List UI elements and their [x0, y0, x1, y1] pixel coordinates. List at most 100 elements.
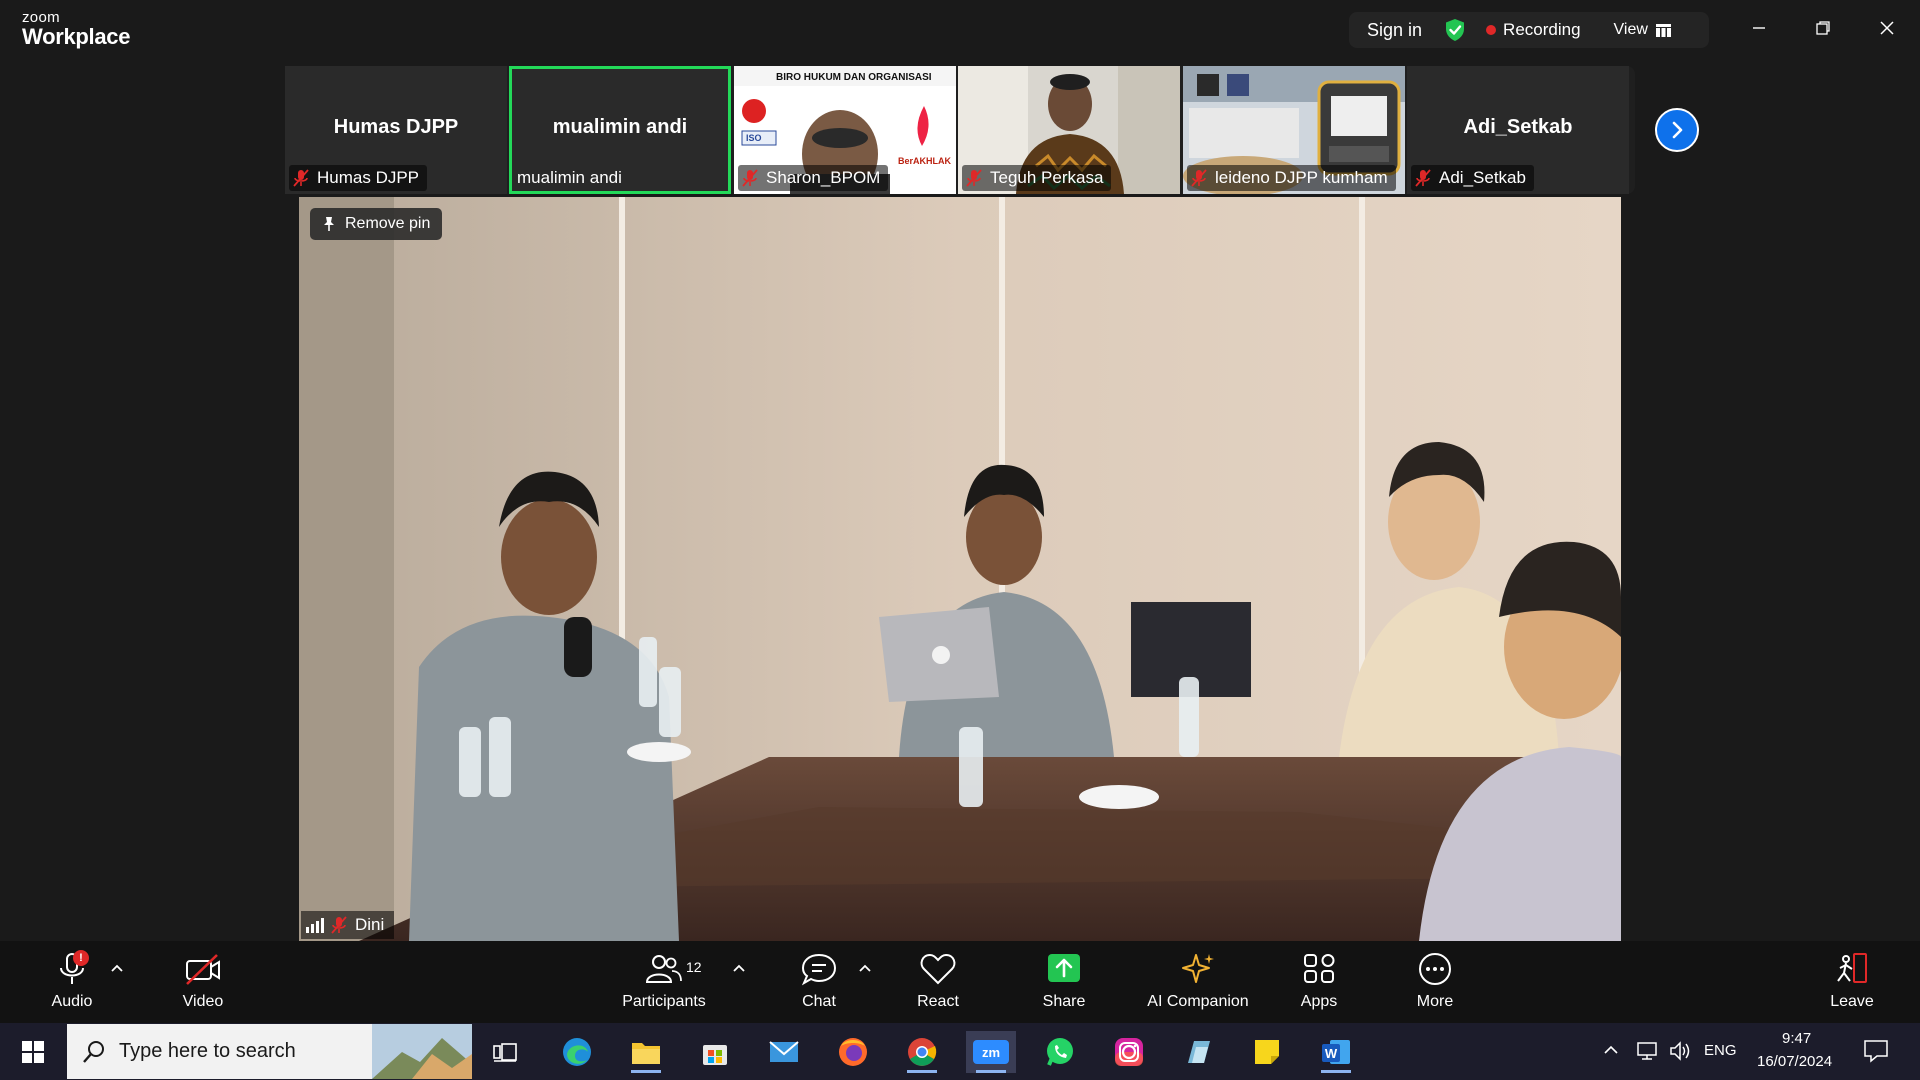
react-button[interactable]: React [883, 951, 993, 1011]
share-label: Share [1042, 993, 1086, 1010]
notification-center-icon[interactable] [1863, 1039, 1889, 1063]
chat-icon [801, 953, 837, 986]
participant-label: Adi_Setkab [1411, 165, 1534, 191]
participant-tile[interactable]: Teguh Perkasa [958, 66, 1180, 194]
minimize-button[interactable] [1741, 12, 1777, 44]
volume-icon[interactable] [1668, 1040, 1692, 1062]
recording-dot-icon [1486, 25, 1497, 35]
clock-date[interactable]: 16/07/2024 [1757, 1053, 1832, 1070]
store-icon [703, 1045, 727, 1065]
zoom-app-icon: zm [973, 1040, 1009, 1064]
participants-button[interactable]: Participants [609, 951, 719, 1011]
participant-tile[interactable]: Humas DJPP Humas DJPP [285, 66, 507, 194]
clock-time[interactable]: 9:47 [1782, 1030, 1811, 1047]
restore-button[interactable] [1805, 12, 1841, 44]
participant-tile[interactable]: Adi_Setkab Adi_Setkab [1407, 66, 1629, 194]
taskbar-store[interactable] [690, 1031, 740, 1073]
taskbar-instagram[interactable] [1104, 1031, 1154, 1073]
logo-big-text: Workplace [22, 24, 131, 49]
participant-label: leideno DJPP kumham [1187, 165, 1396, 191]
remove-pin-button[interactable]: Remove pin [310, 208, 443, 240]
encryption-shield-icon[interactable] [1444, 18, 1466, 42]
more-button[interactable]: More [1380, 951, 1490, 1011]
svg-text:W: W [1325, 1046, 1338, 1061]
next-page-button[interactable] [1655, 108, 1699, 152]
search-placeholder: Type here to search [119, 1040, 296, 1062]
recording-indicator[interactable]: Recording [1503, 20, 1581, 40]
participant-tile-active[interactable]: mualimin andi mualimin andi [509, 66, 731, 194]
audio-label: Audio [51, 993, 93, 1010]
audio-button[interactable]: Audio [17, 951, 127, 1011]
participants-options-caret-icon[interactable] [732, 963, 746, 973]
participants-label: Participants [622, 993, 706, 1010]
participant-name-large: mualimin andi [552, 116, 688, 138]
participant-label-text: mualimin andi [517, 168, 622, 187]
meeting-toolbar: Audio ! Video Participants 12 Chat React… [0, 941, 1920, 1023]
taskbar-file-explorer[interactable] [621, 1031, 671, 1073]
leave-label: Leave [1830, 993, 1874, 1010]
participant-label-text: Teguh Perkasa [990, 168, 1104, 187]
slide-iso-text: ISO [746, 133, 762, 143]
windows-taskbar: Type here to search zm W ENG 9:47 16/07/… [0, 1023, 1920, 1080]
remove-pin-label: Remove pin [345, 215, 431, 232]
more-options-icon [1419, 953, 1451, 985]
close-icon [1880, 21, 1894, 35]
participant-label-text: Adi_Setkab [1439, 168, 1526, 187]
meeting-room-video-feed [299, 197, 1621, 941]
apps-button[interactable]: Apps [1264, 951, 1374, 1011]
title-bar: zoom Workplace Sign in Recording View [0, 0, 1920, 62]
windows-logo-icon [22, 1041, 44, 1063]
slide-heading-text: BIRO HUKUM DAN ORGANISASI [776, 72, 932, 83]
firefox-icon [839, 1038, 867, 1066]
grid-view-icon[interactable] [1655, 23, 1671, 37]
taskbar-whatsapp[interactable] [1035, 1031, 1085, 1073]
video-button[interactable]: Video [148, 951, 258, 1011]
start-button[interactable] [8, 1031, 58, 1073]
taskbar-sticky-notes[interactable] [1242, 1031, 1292, 1073]
task-view-icon [493, 1043, 517, 1062]
view-button[interactable]: View [1614, 21, 1648, 39]
sign-in-button[interactable]: Sign in [1367, 20, 1422, 41]
ai-companion-label: AI Companion [1147, 993, 1249, 1010]
leave-meeting-icon [1837, 953, 1867, 983]
taskbar-word[interactable]: W [1311, 1031, 1361, 1073]
ai-companion-button[interactable]: AI Companion [1143, 951, 1253, 1011]
sticky-notes-icon [1255, 1040, 1279, 1064]
audio-options-caret-icon[interactable] [110, 963, 124, 973]
input-language-indicator[interactable]: ENG [1704, 1042, 1737, 1059]
leave-button[interactable]: Leave [1797, 951, 1907, 1011]
taskbar-zoom[interactable]: zm [966, 1031, 1016, 1073]
react-label: React [917, 993, 959, 1010]
participant-tile[interactable]: BIRO HUKUM DAN ORGANISASI BerAKHLAK ISO … [734, 66, 956, 194]
taskbar-chrome[interactable] [897, 1031, 947, 1073]
participant-tile[interactable]: leideno DJPP kumham [1183, 66, 1405, 194]
show-hidden-icons-chevron-icon[interactable] [1603, 1043, 1619, 1057]
participant-label-text: Humas DJPP [317, 168, 420, 187]
participant-label: Humas DJPP [289, 165, 428, 191]
taskbar-edge[interactable] [552, 1031, 602, 1073]
pin-icon [324, 217, 334, 231]
speaker-name: Dini [355, 915, 385, 934]
video-label: Video [182, 993, 224, 1010]
pinned-video[interactable]: Remove pin Dini [299, 197, 1621, 941]
audio-alert-badge: ! [73, 950, 89, 966]
chat-button[interactable]: Chat [764, 951, 874, 1011]
apps-icon [1304, 954, 1335, 983]
taskbar-search-box[interactable]: Type here to search [67, 1024, 472, 1079]
zoom-logo: zoom Workplace [22, 10, 130, 48]
taskbar-mail[interactable] [759, 1031, 809, 1073]
minimize-icon [1753, 27, 1765, 29]
network-icon[interactable] [1636, 1040, 1660, 1062]
muted-mic-icon [1415, 169, 1431, 187]
taskbar-firefox[interactable] [828, 1031, 878, 1073]
taskbar-snipping-tool[interactable] [1173, 1031, 1223, 1073]
folder-icon [632, 1043, 660, 1064]
search-highlight-illustration-icon [372, 1024, 472, 1079]
muted-mic-icon [293, 169, 309, 187]
share-button[interactable]: Share [1009, 951, 1119, 1011]
svg-text:zm: zm [982, 1045, 1000, 1060]
close-button[interactable] [1869, 12, 1905, 44]
participant-label: mualimin andi [513, 165, 630, 191]
task-view-button[interactable] [480, 1031, 530, 1073]
chat-options-caret-icon[interactable] [858, 963, 872, 973]
